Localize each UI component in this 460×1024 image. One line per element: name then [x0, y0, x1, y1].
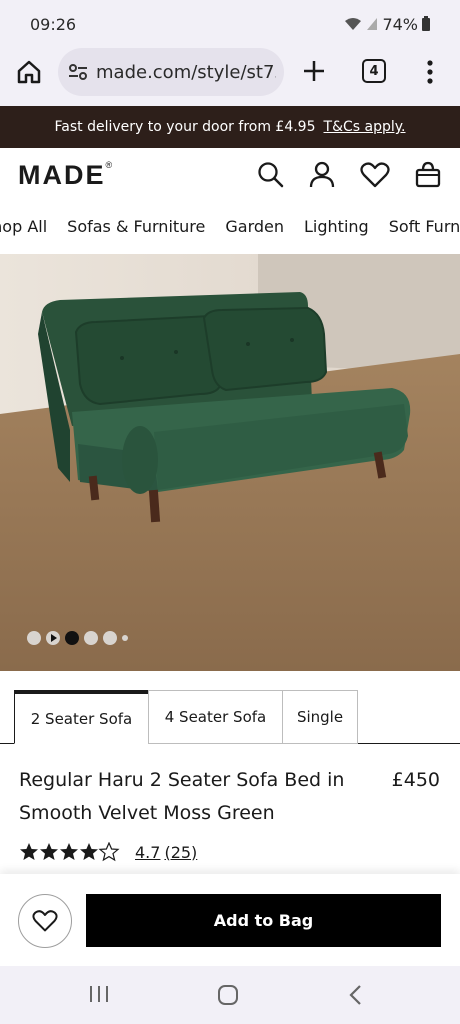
bag-icon[interactable]: [413, 160, 443, 190]
rating-value[interactable]: 4.7: [135, 843, 160, 862]
more-options-icon[interactable]: [420, 58, 440, 86]
gallery-video-dot[interactable]: [46, 631, 60, 645]
battery-icon: [422, 15, 430, 31]
product-rating[interactable]: 4.7 (25): [19, 842, 197, 862]
tab-switcher-button[interactable]: 4: [362, 59, 386, 83]
logo-text: MADE: [18, 160, 106, 190]
back-nav-icon[interactable]: [348, 984, 362, 1006]
promo-text: Fast delivery to your door from £4.95: [54, 119, 316, 135]
recent-apps-icon[interactable]: [88, 984, 110, 1004]
product-price: £450: [391, 769, 440, 791]
variant-2-seater[interactable]: 2 Seater Sofa: [14, 690, 149, 744]
nav-shop-all[interactable]: Shop All: [0, 217, 47, 236]
nav-sofas-furniture[interactable]: Sofas & Furniture: [67, 217, 205, 236]
made-logo[interactable]: MADE®: [18, 160, 114, 191]
heart-icon: [32, 910, 58, 932]
add-to-bag-button[interactable]: Add to Bag: [86, 894, 441, 947]
home-nav-icon[interactable]: [217, 984, 239, 1006]
gallery-dot[interactable]: [27, 631, 41, 645]
gallery-pagination: [27, 631, 128, 645]
gallery-dot-active[interactable]: [65, 631, 79, 645]
gallery-dot[interactable]: [84, 631, 98, 645]
promo-banner: Fast delivery to your door from £4.95 T&…: [0, 106, 460, 148]
logo-mark: ®: [105, 160, 115, 170]
new-tab-icon[interactable]: [300, 57, 328, 85]
add-to-wishlist-button[interactable]: [18, 894, 72, 948]
variant-4-seater[interactable]: 4 Seater Sofa: [148, 690, 283, 744]
address-bar[interactable]: made.com/style/st73: [58, 48, 284, 96]
nav-soft-furnishings[interactable]: Soft Furnishings: [389, 217, 460, 236]
browser-toolbar: made.com/style/st73 4: [0, 48, 460, 106]
gallery-dot-more[interactable]: [122, 635, 128, 641]
nav-lighting[interactable]: Lighting: [304, 217, 369, 236]
status-indicators: 74%: [344, 15, 430, 34]
site-header: MADE®: [0, 148, 460, 204]
category-nav: Shop All Sofas & Furniture Garden Lighti…: [0, 204, 460, 252]
nav-garden[interactable]: Garden: [225, 217, 284, 236]
status-time: 09:26: [30, 14, 77, 34]
variant-single[interactable]: Single: [282, 690, 358, 744]
gallery-dot[interactable]: [103, 631, 117, 645]
url-text: made.com/style/st73: [96, 61, 276, 83]
home-icon[interactable]: [16, 59, 42, 85]
system-nav-bar: [0, 966, 460, 1024]
wifi-icon: [345, 18, 362, 30]
review-count[interactable]: (25): [164, 843, 197, 862]
product-title: Regular Haru 2 Seater Sofa Bed in Smooth…: [19, 769, 345, 824]
wishlist-icon[interactable]: [360, 160, 390, 190]
sofa-product-image: [0, 254, 460, 671]
signal-icon: [367, 18, 378, 30]
search-icon[interactable]: [256, 160, 286, 190]
add-to-bag-bar: Add to Bag: [0, 874, 460, 966]
battery-percent: 74%: [382, 14, 418, 34]
status-bar: 09:26 74%: [0, 0, 460, 48]
promo-terms-link[interactable]: T&Cs apply.: [324, 119, 406, 135]
star-rating-icon: [20, 842, 120, 862]
variant-selector: 2 Seater Sofa 4 Seater Sofa Single: [0, 690, 460, 744]
account-icon[interactable]: [307, 160, 337, 190]
site-settings-icon[interactable]: [68, 63, 88, 81]
product-image-gallery[interactable]: [0, 254, 460, 671]
